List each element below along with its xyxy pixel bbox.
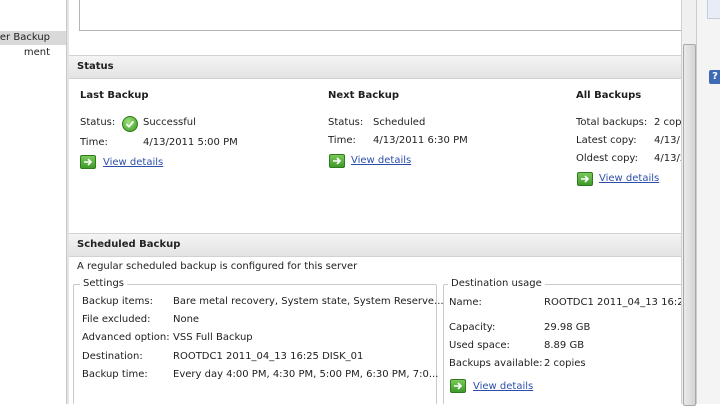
destination-stat-label: Used space:: [449, 340, 510, 351]
destination-stat-value: 8.89 GB: [544, 340, 585, 351]
destination-usage-legend: Destination usage: [448, 278, 545, 289]
message-box: [79, 0, 681, 31]
nav-item-label: ver Backup: [0, 32, 50, 43]
success-check-icon: [122, 116, 138, 132]
action-toolbar-icon[interactable]: [707, 0, 720, 19]
last-backup-title: Last Backup: [80, 90, 149, 101]
setting-value: Every day 4:00 PM, 4:30 PM, 5:00 PM, 6:3…: [173, 369, 439, 380]
oldest-copy-value: 4/13/2: [654, 153, 681, 164]
main-content: Status Last Backup Status: Successful Ti…: [69, 0, 681, 404]
destination-stat-value: 2 copies: [544, 358, 586, 369]
destination-view-details-link[interactable]: View details: [473, 381, 533, 392]
all-backups-view-details-link[interactable]: View details: [599, 173, 659, 184]
setting-value: VSS Full Backup: [173, 332, 253, 343]
total-backups-value: 2 copie: [654, 117, 681, 128]
arrow-right-icon[interactable]: [80, 155, 96, 169]
last-backup-status-value: Successful: [143, 117, 196, 128]
next-backup-view-details-link[interactable]: View details: [351, 155, 411, 166]
vertical-scrollbar[interactable]: [681, 0, 696, 406]
scheduled-backup-section-header: Scheduled Backup: [69, 233, 681, 257]
oldest-copy-label: Oldest copy:: [576, 153, 638, 164]
destination-name-label: Name:: [449, 297, 482, 308]
nav-item-management[interactable]: ment: [0, 46, 66, 60]
section-title: Scheduled Backup: [77, 239, 181, 250]
settings-legend: Settings: [80, 278, 128, 289]
help-icon[interactable]: ?: [709, 70, 720, 84]
next-backup-status-label: Status:: [328, 117, 364, 128]
next-backup-time-label: Time:: [328, 135, 356, 146]
navigation-pane: ver Backup ment: [0, 0, 67, 404]
next-backup-time-value: 4/13/2011 6:30 PM: [373, 135, 468, 146]
last-backup-status-label: Status:: [80, 117, 116, 128]
section-title: Status: [77, 61, 114, 72]
latest-copy-label: Latest copy:: [576, 135, 637, 146]
scrollbar-thumb[interactable]: [683, 44, 696, 406]
nav-item-server-backup[interactable]: ver Backup: [0, 31, 66, 45]
arrow-right-icon[interactable]: [329, 154, 345, 168]
last-backup-time-label: Time:: [80, 137, 108, 148]
last-backup-view-details-link[interactable]: View details: [103, 157, 163, 168]
all-backups-title: All Backups: [576, 90, 642, 101]
setting-value: None: [173, 314, 200, 325]
setting-label: Advanced option:: [82, 332, 170, 343]
next-backup-title: Next Backup: [328, 90, 400, 101]
setting-label: Backup items:: [82, 296, 154, 307]
actions-pane: ?: [696, 0, 720, 404]
next-backup-status-value: Scheduled: [373, 117, 426, 128]
setting-label: Destination:: [82, 351, 143, 362]
total-backups-label: Total backups:: [576, 117, 648, 128]
setting-value: ROOTDC1 2011_04_13 16:25 DISK_01: [173, 351, 364, 362]
destination-stat-label: Capacity:: [449, 322, 496, 333]
last-backup-time-value: 4/13/2011 5:00 PM: [143, 137, 238, 148]
nav-item-label: ment: [23, 47, 50, 58]
scheduled-backup-description: A regular scheduled backup is configured…: [77, 261, 358, 272]
destination-name-value: ROOTDC1 2011_04_13 16:25: [544, 297, 681, 308]
destination-stat-value: 29.98 GB: [544, 322, 591, 333]
status-section-header: Status: [69, 55, 681, 79]
latest-copy-value: 4/13/: [654, 135, 680, 146]
setting-label: File excluded:: [82, 314, 151, 325]
setting-value: Bare metal recovery, System state, Syste…: [173, 296, 444, 307]
arrow-right-icon[interactable]: [577, 172, 593, 186]
arrow-right-icon[interactable]: [450, 379, 466, 393]
setting-label: Backup time:: [82, 369, 148, 380]
destination-stat-label: Backups available:: [449, 358, 543, 369]
